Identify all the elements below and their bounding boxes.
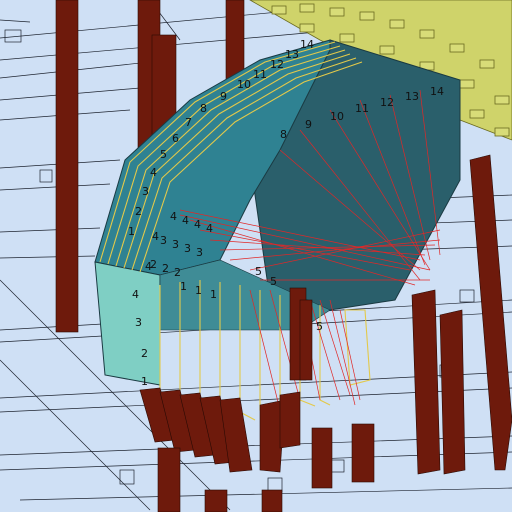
inner-label-10: 2	[162, 262, 169, 275]
inner-label-16: 5	[270, 275, 277, 288]
top-label-5: 10	[237, 78, 251, 91]
inner-label-3: 4	[194, 218, 201, 231]
top-label-7: 8	[200, 102, 207, 115]
top-label-2: 13	[285, 48, 299, 61]
top-label-10: 5	[160, 148, 167, 161]
top-label-6: 9	[220, 90, 227, 103]
inner-label-4: 4	[206, 222, 213, 235]
inner-label-9: 2	[150, 258, 157, 271]
structure-scene: 1 2 3 4 4 4 14 13 12 11 10 9 8 7 6 5 4 3…	[0, 0, 512, 512]
inner-label-2: 4	[182, 214, 189, 227]
top-label-8: 7	[185, 116, 192, 129]
edge-label-5: 10	[330, 110, 344, 123]
3d-model-viewport[interactable]: 1 2 3 4 4 4 14 13 12 11 10 9 8 7 6 5 4 3…	[0, 0, 512, 512]
inner-label-15: 5	[255, 265, 262, 278]
top-label-4: 11	[253, 68, 267, 81]
inner-label-12: 1	[180, 280, 187, 293]
inner-label-11: 2	[174, 266, 181, 279]
top-label-1: 14	[300, 38, 314, 51]
front-label-3: 3	[135, 316, 142, 329]
edge-label-1: 14	[430, 85, 444, 98]
edge-label-2: 13	[405, 90, 419, 103]
front-label-4c: 4	[152, 230, 159, 243]
top-label-11: 4	[150, 166, 157, 179]
top-label-3: 12	[270, 58, 284, 71]
edge-label-3: 12	[380, 96, 394, 109]
inner-label-14: 1	[210, 288, 217, 301]
front-label-4a: 4	[132, 288, 139, 301]
inner-label-6: 3	[172, 238, 179, 251]
inner-label-8: 3	[196, 246, 203, 259]
inner-label-13: 1	[195, 284, 202, 297]
top-label-12: 3	[142, 185, 149, 198]
inner-label-5: 3	[160, 234, 167, 247]
top-label-14: 1	[128, 225, 135, 238]
inner-label-1: 4	[170, 210, 177, 223]
front-label-1: 1	[141, 375, 148, 388]
inner-label-7: 3	[184, 242, 191, 255]
edge-label-6: 9	[305, 118, 312, 131]
inner-label-17: 5	[316, 320, 323, 333]
top-label-13: 2	[135, 205, 142, 218]
top-label-9: 6	[172, 132, 179, 145]
edge-label-7: 8	[280, 128, 287, 141]
edge-label-4: 11	[355, 102, 369, 115]
front-label-2: 2	[141, 347, 148, 360]
